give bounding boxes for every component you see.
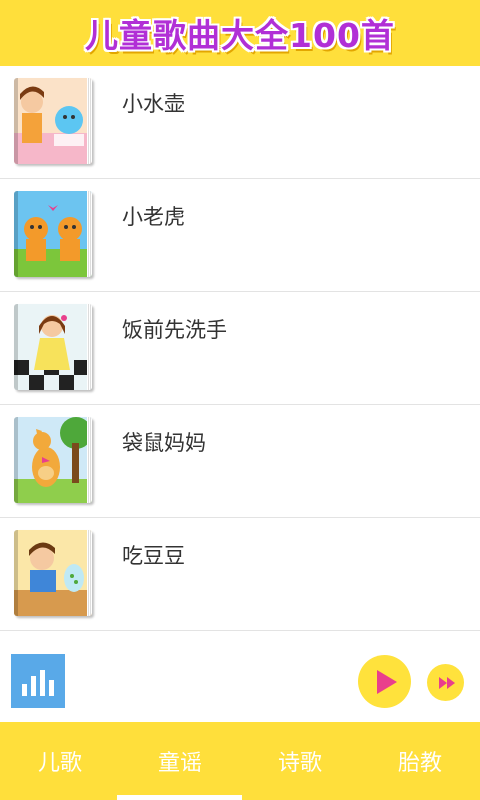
kettle-cover-icon (14, 78, 92, 164)
play-button[interactable] (358, 655, 411, 708)
bottom-tab-bar: 儿歌 童谣 诗歌 胎教 (0, 722, 480, 800)
song-list: 小水壶 小老虎 饭前先洗手 袋鼠妈妈 吃豆豆 (0, 66, 480, 631)
app-header: 儿童歌曲大全100首 (0, 0, 480, 66)
play-icon (377, 669, 397, 694)
tab-label: 儿歌 (37, 751, 82, 776)
kangaroo-cover-icon (14, 417, 92, 503)
tab-label: 童谣 (157, 751, 202, 776)
tab-label: 诗歌 (277, 751, 322, 776)
app-title: 儿童歌曲大全100首 (85, 16, 395, 55)
song-title: 小老虎 (122, 205, 185, 229)
song-title: 吃豆豆 (122, 544, 185, 568)
song-title: 袋鼠妈妈 (122, 431, 206, 455)
song-title: 小水壶 (122, 92, 185, 116)
active-tab-indicator (117, 795, 242, 800)
song-title: 饭前先洗手 (122, 318, 227, 342)
fast-forward-button[interactable] (427, 664, 464, 701)
wash-hands-cover-icon (14, 304, 92, 390)
song-row-kangaroo[interactable]: 袋鼠妈妈 (0, 405, 480, 518)
equalizer-icon[interactable] (11, 654, 65, 708)
eat-beans-cover-icon (14, 530, 92, 616)
tab-rhymes[interactable]: 童谣 (120, 722, 240, 800)
tab-label: 胎教 (397, 751, 442, 776)
player-bar (0, 646, 480, 722)
tab-prenatal[interactable]: 胎教 (360, 722, 480, 800)
song-row-kettle[interactable]: 小水壶 (0, 66, 480, 179)
song-row-tiger[interactable]: 小老虎 (0, 179, 480, 292)
tab-poems[interactable]: 诗歌 (240, 722, 360, 800)
tab-nursery-songs[interactable]: 儿歌 (0, 722, 120, 800)
song-row-wash-hands[interactable]: 饭前先洗手 (0, 292, 480, 405)
fast-forward-icon (439, 676, 455, 689)
tiger-cover-icon (14, 191, 92, 277)
song-row-eat-beans[interactable]: 吃豆豆 (0, 518, 480, 631)
